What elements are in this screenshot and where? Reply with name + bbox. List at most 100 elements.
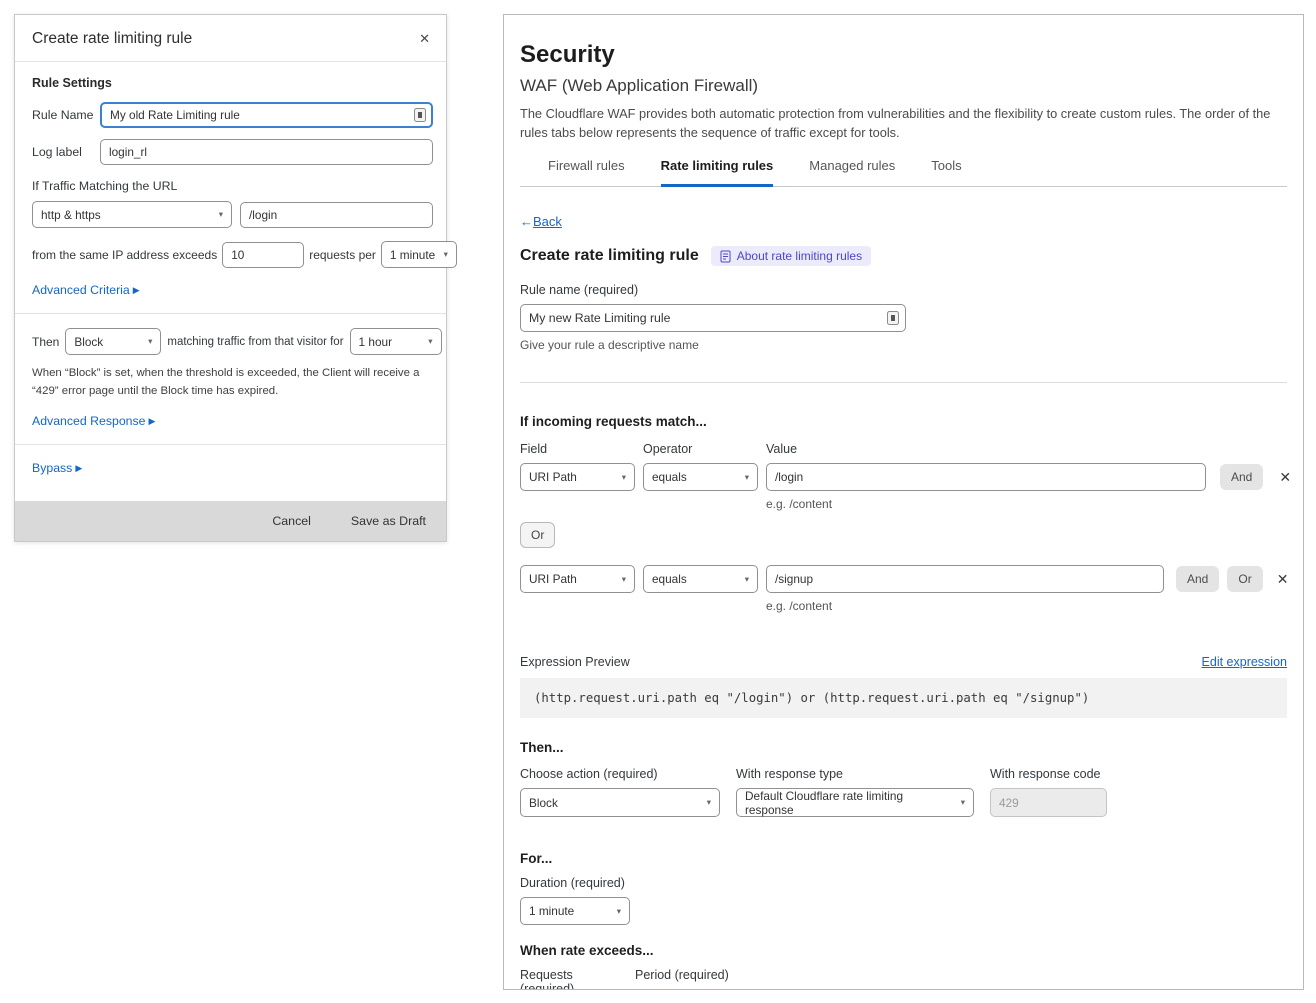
advanced-criteria-link[interactable]: Advanced Criteria ▶ (32, 283, 140, 297)
field-select-value: URI Path (529, 470, 577, 484)
divider (520, 382, 1287, 383)
chevron-down-icon: ▾ (148, 336, 152, 347)
chevron-down-icon: ▾ (444, 249, 448, 260)
chevron-down-icon: ▾ (219, 209, 223, 220)
field-select[interactable]: URI Path ▾ (520, 463, 635, 491)
response-type-select[interactable]: Default Cloudflare rate limiting respons… (736, 788, 974, 817)
divider (15, 313, 446, 314)
rule-settings-heading: Rule Settings (32, 76, 433, 90)
about-badge-label: About rate limiting rules (737, 249, 862, 263)
period-label: Period (required) (635, 968, 729, 990)
rule-name-input[interactable] (520, 304, 906, 332)
choose-action-label: Choose action (required) (520, 767, 720, 781)
bypass-link[interactable]: Bypass ▶ (32, 461, 82, 475)
tab-tools[interactable]: Tools (931, 158, 961, 186)
chevron-down-icon: ▾ (745, 574, 749, 585)
traffic-match-label: If Traffic Matching the URL (32, 179, 433, 193)
and-button[interactable]: And (1176, 566, 1219, 592)
rule-name-row: Rule Name (32, 102, 433, 128)
then-middle-text: matching traffic from that visitor for (167, 336, 343, 348)
response-type-label: With response type (736, 767, 974, 781)
form-title: Create rate limiting rule (520, 247, 699, 265)
close-icon[interactable]: ✕ (417, 30, 432, 47)
about-rate-limiting-badge[interactable]: About rate limiting rules (711, 246, 871, 266)
operator-select-value: equals (652, 470, 687, 484)
remove-rule-icon[interactable]: ✕ (1275, 571, 1291, 588)
duration-select[interactable]: 1 hour ▾ (350, 328, 442, 355)
choose-action-select[interactable]: Block ▾ (520, 788, 720, 817)
expand-arrow-icon: ▶ (133, 285, 140, 296)
value-hint: e.g. /content (766, 497, 1287, 511)
expression-header-row: Expression Preview Edit expression (520, 655, 1287, 669)
dialog-body: Rule Settings Rule Name Log label If Tra… (15, 62, 446, 485)
rule-columns-header: Field Operator Value (520, 442, 1287, 456)
for-duration-value: 1 minute (529, 904, 574, 918)
for-heading: For... (520, 851, 1287, 866)
threshold-middle-text: requests per (309, 248, 376, 262)
doc-icon (720, 250, 731, 263)
edit-expression-link[interactable]: Edit expression (1202, 655, 1287, 669)
rule-name-input[interactable] (100, 102, 433, 128)
cancel-button[interactable]: Cancel (272, 514, 311, 528)
back-arrow-icon: ← (520, 214, 533, 229)
value-input[interactable] (766, 565, 1164, 593)
security-waf-panel: Security WAF (Web Application Firewall) … (503, 14, 1304, 990)
block-help-text: When “Block” is set, when the threshold … (32, 365, 433, 400)
or-button[interactable]: Or (520, 522, 555, 548)
advanced-criteria-label: Advanced Criteria (32, 283, 130, 297)
autofill-icon[interactable] (414, 108, 426, 122)
value-column-label: Value (766, 442, 797, 456)
and-button[interactable]: And (1220, 464, 1263, 490)
action-controls-row: Block ▾ Default Cloudflare rate limiting… (520, 788, 1287, 817)
expand-arrow-icon: ▶ (75, 463, 82, 474)
log-label-input[interactable] (100, 139, 433, 165)
rule-name-input-wrap (100, 102, 433, 128)
operator-select[interactable]: equals ▾ (643, 565, 758, 593)
value-input[interactable] (766, 463, 1206, 491)
action-select[interactable]: Block ▾ (65, 328, 161, 355)
field-select-value: URI Path (529, 572, 577, 586)
advanced-response-link[interactable]: Advanced Response ▶ (32, 414, 155, 428)
rate-labels-row: Requests (required) Period (required) (520, 968, 1287, 990)
rate-heading: When rate exceeds... (520, 943, 1287, 958)
chevron-down-icon: ▾ (622, 472, 626, 483)
chevron-down-icon: ▾ (707, 797, 711, 808)
choose-action-value: Block (529, 796, 558, 810)
threshold-row: from the same IP address exceeds request… (32, 241, 433, 268)
scheme-select[interactable]: http & https ▾ (32, 201, 232, 228)
page-subtitle: WAF (Web Application Firewall) (520, 76, 1287, 96)
log-label-input-wrap (100, 139, 433, 165)
log-label-label: Log label (32, 145, 100, 159)
rule-name-input-wrap (520, 304, 906, 332)
tab-rate-limiting-rules[interactable]: Rate limiting rules (661, 158, 774, 187)
field-select[interactable]: URI Path ▾ (520, 565, 635, 593)
action-labels-row: Choose action (required) With response t… (520, 767, 1287, 781)
back-label: Back (533, 214, 562, 229)
chevron-down-icon: ▾ (745, 472, 749, 483)
operator-select-value: equals (652, 572, 687, 586)
scheme-select-value: http & https (41, 208, 101, 222)
url-input[interactable] (240, 202, 433, 228)
expression-preview-label: Expression Preview (520, 655, 630, 669)
rule-name-help: Give your rule a descriptive name (520, 338, 1287, 352)
threshold-input[interactable] (222, 242, 304, 268)
remove-rule-icon[interactable]: ✕ (1277, 469, 1293, 486)
chevron-down-icon: ▾ (428, 336, 432, 347)
expand-arrow-icon: ▶ (148, 416, 155, 427)
then-heading: Then... (520, 740, 1287, 755)
page-title: Security (520, 41, 1287, 69)
save-as-draft-button[interactable]: Save as Draft (351, 514, 426, 528)
back-link[interactable]: ←Back (520, 214, 562, 229)
tab-firewall-rules[interactable]: Firewall rules (548, 158, 625, 186)
dialog-title: Create rate limiting rule (32, 30, 192, 48)
operator-select[interactable]: equals ▾ (643, 463, 758, 491)
tab-managed-rules[interactable]: Managed rules (809, 158, 895, 186)
match-heading: If incoming requests match... (520, 414, 1287, 429)
rule-name-label: Rule name (required) (520, 283, 1287, 297)
or-button[interactable]: Or (1227, 566, 1262, 592)
for-duration-select[interactable]: 1 minute ▾ (520, 897, 630, 925)
bypass-label: Bypass (32, 461, 72, 475)
period-select[interactable]: 1 minute ▾ (381, 241, 457, 268)
dialog-header: Create rate limiting rule ✕ (15, 15, 446, 62)
autofill-icon[interactable] (887, 311, 899, 325)
